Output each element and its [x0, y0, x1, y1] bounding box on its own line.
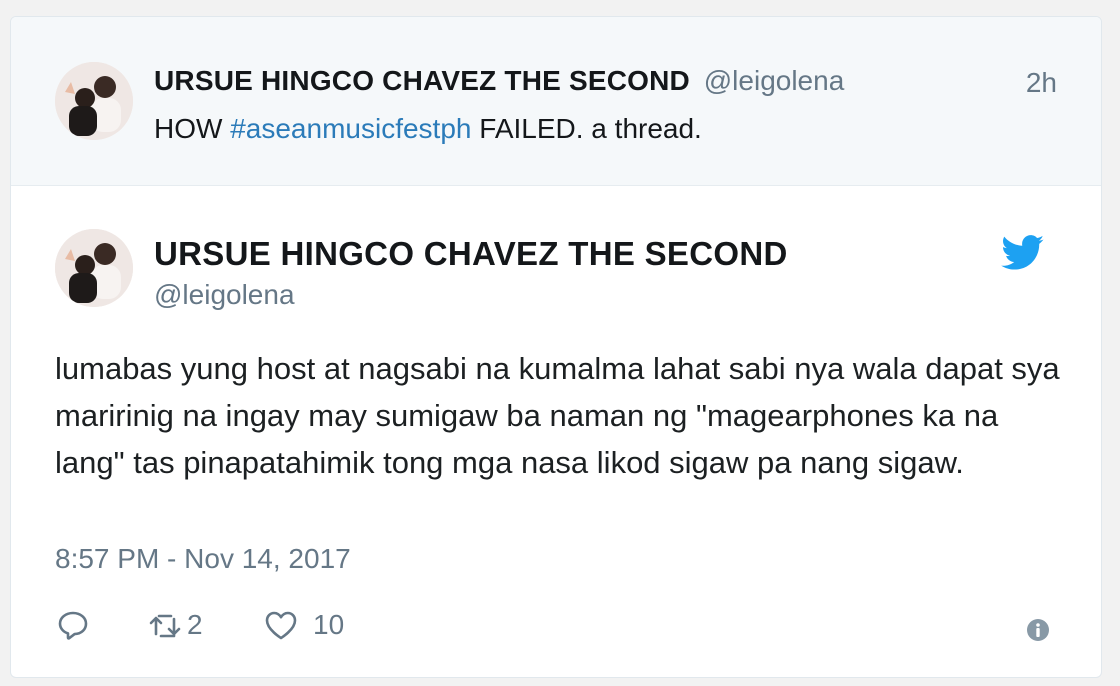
twitter-bird-icon[interactable]: [1001, 235, 1045, 271]
author-name[interactable]: URSUE HINGCO CHAVEZ THE SECOND: [154, 65, 690, 96]
parent-tweet-header: URSUE HINGCO CHAVEZ THE SECOND @leigolen…: [154, 65, 844, 97]
tweet-timestamp[interactable]: 2h: [1026, 67, 1057, 99]
author-handle[interactable]: @leigolena: [704, 65, 845, 96]
retweet-button[interactable]: 2: [147, 607, 203, 643]
tweet-text-prefix: HOW: [154, 113, 223, 144]
author-handle[interactable]: @leigolena: [154, 279, 295, 311]
parent-tweet-text: HOW #aseanmusicfestph FAILED. a thread.: [154, 113, 702, 145]
like-count: 10: [313, 609, 345, 640]
retweet-icon: [149, 614, 181, 638]
avatar-photo: [55, 229, 133, 307]
reply-button[interactable]: [55, 607, 91, 643]
tweet-text: lumabas yung host at nagsabi na kumalma …: [55, 351, 1060, 480]
parent-tweet[interactable]: URSUE HINGCO CHAVEZ THE SECOND @leigolen…: [11, 17, 1101, 186]
tweet-timestamp[interactable]: 8:57 PM - Nov 14, 2017: [55, 543, 351, 575]
info-icon[interactable]: [1025, 617, 1051, 643]
like-button[interactable]: 10: [263, 607, 344, 643]
avatar[interactable]: [55, 62, 133, 140]
retweet-count: 2: [187, 609, 203, 640]
tweet-text-suffix: FAILED. a thread.: [479, 113, 702, 144]
avatar-photo: [55, 62, 133, 140]
heart-icon: [265, 611, 297, 640]
hashtag-link[interactable]: #aseanmusicfestph: [230, 113, 471, 144]
reply-icon: [58, 611, 88, 640]
avatar[interactable]: [55, 229, 133, 307]
author-name[interactable]: URSUE HINGCO CHAVEZ THE SECOND: [154, 235, 788, 273]
tweet-embed-card: URSUE HINGCO CHAVEZ THE SECOND @leigolen…: [10, 16, 1102, 678]
